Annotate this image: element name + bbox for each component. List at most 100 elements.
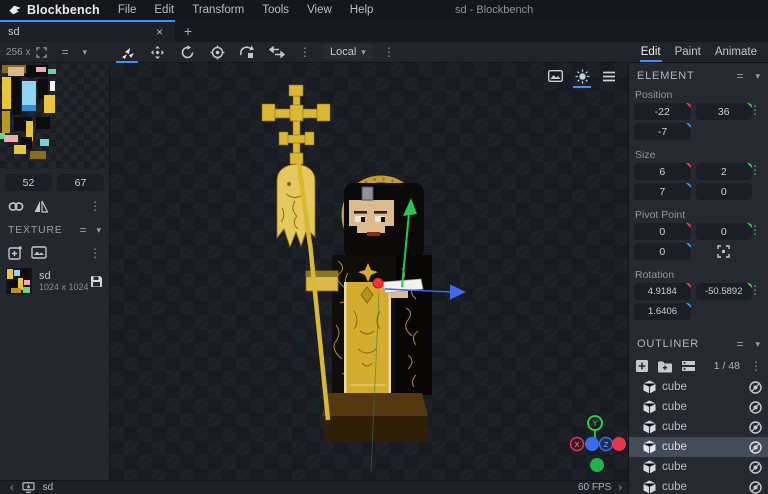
texture-list-item[interactable]: sd 1024 x 1024 xyxy=(0,264,109,298)
size-stretch-field[interactable]: 0 xyxy=(695,183,752,200)
cube-icon xyxy=(643,380,656,394)
import-texture-icon[interactable] xyxy=(31,246,47,259)
texture-chevron-down-icon[interactable]: ▾ xyxy=(96,225,101,236)
outliner-row-cube[interactable]: cube xyxy=(629,377,768,397)
texture-overflow-icon[interactable]: ⋮ xyxy=(89,246,101,260)
visibility-eye-icon[interactable] xyxy=(749,440,762,454)
viewport-toggles xyxy=(546,67,618,88)
new-tab-button[interactable]: + xyxy=(175,20,201,42)
shading-sun-icon[interactable] xyxy=(573,67,591,88)
outliner-chevron-down-icon[interactable]: ▾ xyxy=(755,339,760,350)
add-group-icon[interactable] xyxy=(657,360,673,373)
size-z-field[interactable]: 7 xyxy=(634,183,691,200)
texture-panel-header: TEXTURE = ▾ xyxy=(0,215,109,241)
mode-tab-edit[interactable]: Edit xyxy=(636,44,666,62)
pivot-section: Pivot Point 0 0 0 ⋮ xyxy=(629,207,768,267)
texture-panel-title: TEXTURE xyxy=(8,224,63,236)
uv-u-field[interactable]: 52 xyxy=(5,174,52,191)
outliner-slider-icon[interactable]: = xyxy=(736,337,743,351)
window-title: sd - Blockbench xyxy=(455,4,534,16)
move-gizmo-tool-icon[interactable] xyxy=(114,42,140,63)
move-tool-icon[interactable] xyxy=(144,42,170,62)
size-overflow-icon[interactable]: ⋮ xyxy=(744,163,766,177)
element-slider-icon[interactable]: = xyxy=(736,69,743,83)
stretch-tool-icon[interactable] xyxy=(264,42,290,62)
visibility-eye-icon[interactable] xyxy=(749,380,762,394)
save-texture-icon[interactable] xyxy=(90,275,103,288)
project-tab-sd[interactable]: sd × xyxy=(0,20,175,42)
outliner-row-cube[interactable]: cube xyxy=(629,457,768,477)
add-cube-icon[interactable] xyxy=(635,359,649,373)
center-pivot-icon[interactable] xyxy=(717,245,730,258)
transform-space-value: Local xyxy=(330,46,357,58)
toolbar-overflow2-icon[interactable]: ⋮ xyxy=(378,45,400,59)
cube-icon xyxy=(643,400,656,414)
rotate-tool-icon[interactable] xyxy=(174,42,200,62)
uv-size-label: 256 x xyxy=(6,46,31,58)
cube-icon xyxy=(643,420,656,434)
visibility-eye-icon[interactable] xyxy=(749,400,762,414)
size-label: Size xyxy=(635,149,656,161)
element-chevron-down-icon[interactable]: ▾ xyxy=(755,71,760,82)
app-name: Blockbench xyxy=(27,3,100,17)
uv-texture-preview[interactable] xyxy=(0,63,109,169)
model-render xyxy=(261,84,466,474)
create-texture-icon[interactable] xyxy=(8,245,23,260)
outliner-item-label: cube xyxy=(662,381,687,393)
menu-view[interactable]: View xyxy=(299,2,340,18)
texture-actions: ⋮ xyxy=(0,241,109,264)
position-overflow-icon[interactable]: ⋮ xyxy=(744,103,766,117)
uv-overflow-icon[interactable]: ⋮ xyxy=(89,199,101,213)
toolbar-overflow-icon[interactable]: ⋮ xyxy=(294,45,316,59)
menu-file[interactable]: File xyxy=(110,2,145,18)
pivot-overflow-icon[interactable]: ⋮ xyxy=(744,223,766,237)
pivot-z-field[interactable]: 0 xyxy=(634,243,691,260)
mirror-uv-icon[interactable] xyxy=(34,200,48,213)
rotation-overflow-icon[interactable]: ⋮ xyxy=(744,283,766,297)
outliner-row-cube[interactable]: cube xyxy=(629,417,768,437)
element-panel-title: ELEMENT xyxy=(637,70,695,82)
mode-tab-paint[interactable]: Paint xyxy=(670,44,706,61)
vertex-snap-tool-icon[interactable] xyxy=(234,42,260,62)
link-uv-icon[interactable] xyxy=(8,200,24,213)
outliner-overflow-icon[interactable]: ⋮ xyxy=(748,359,762,373)
size-x-field[interactable]: 6 xyxy=(634,163,691,180)
status-expand-icon[interactable]: › xyxy=(618,482,622,494)
outliner-row-cube-selected[interactable]: cube xyxy=(629,437,768,457)
outliner-list: cube cube cube cube cube cube xyxy=(629,377,768,494)
outliner-row-cube[interactable]: cube xyxy=(629,397,768,417)
position-x-field[interactable]: -22 xyxy=(634,103,691,120)
visibility-eye-icon[interactable] xyxy=(749,460,762,474)
menu-tools[interactable]: Tools xyxy=(254,2,297,18)
uv-chevron-down-icon[interactable]: ▾ xyxy=(82,47,87,58)
outliner-view-toggle-icon[interactable] xyxy=(681,360,696,372)
outliner-row-cube[interactable]: cube xyxy=(629,477,768,494)
uv-slider-icon[interactable]: = xyxy=(61,45,68,59)
background-image-icon[interactable] xyxy=(546,67,564,85)
fps-counter: 60 FPS xyxy=(577,482,612,493)
viewport-menu-icon[interactable] xyxy=(600,67,618,85)
mode-tab-animate[interactable]: Animate xyxy=(710,44,762,61)
visibility-eye-icon[interactable] xyxy=(749,480,762,494)
transform-space-select[interactable]: Local ▾ xyxy=(322,44,374,60)
view-axis-gizmo[interactable]: Y X Z xyxy=(565,413,628,477)
uv-v-field[interactable]: 67 xyxy=(57,174,104,191)
export-monitor-icon[interactable] xyxy=(22,482,35,493)
rotation-x-field[interactable]: 4.9184 xyxy=(634,283,691,300)
project-tab-label: sd xyxy=(8,26,20,38)
pivot-x-field[interactable]: 0 xyxy=(634,223,691,240)
status-collapse-icon[interactable]: ‹ xyxy=(10,482,14,494)
outliner-item-label: cube xyxy=(662,461,687,473)
expand-icon[interactable] xyxy=(36,46,48,58)
rotation-z-field[interactable]: 1.6406 xyxy=(634,303,691,320)
pivot-tool-icon[interactable] xyxy=(204,42,230,62)
tab-close-icon[interactable]: × xyxy=(152,25,167,39)
menu-transform[interactable]: Transform xyxy=(184,2,252,18)
viewport-3d[interactable]: Y X Z xyxy=(110,63,628,480)
position-z-field[interactable]: -7 xyxy=(634,123,691,140)
texture-slider-icon[interactable]: = xyxy=(79,223,86,237)
menu-edit[interactable]: Edit xyxy=(146,2,182,18)
outliner-panel-title: OUTLINER xyxy=(637,338,700,350)
visibility-eye-icon[interactable] xyxy=(749,420,762,434)
menu-help[interactable]: Help xyxy=(342,2,382,18)
